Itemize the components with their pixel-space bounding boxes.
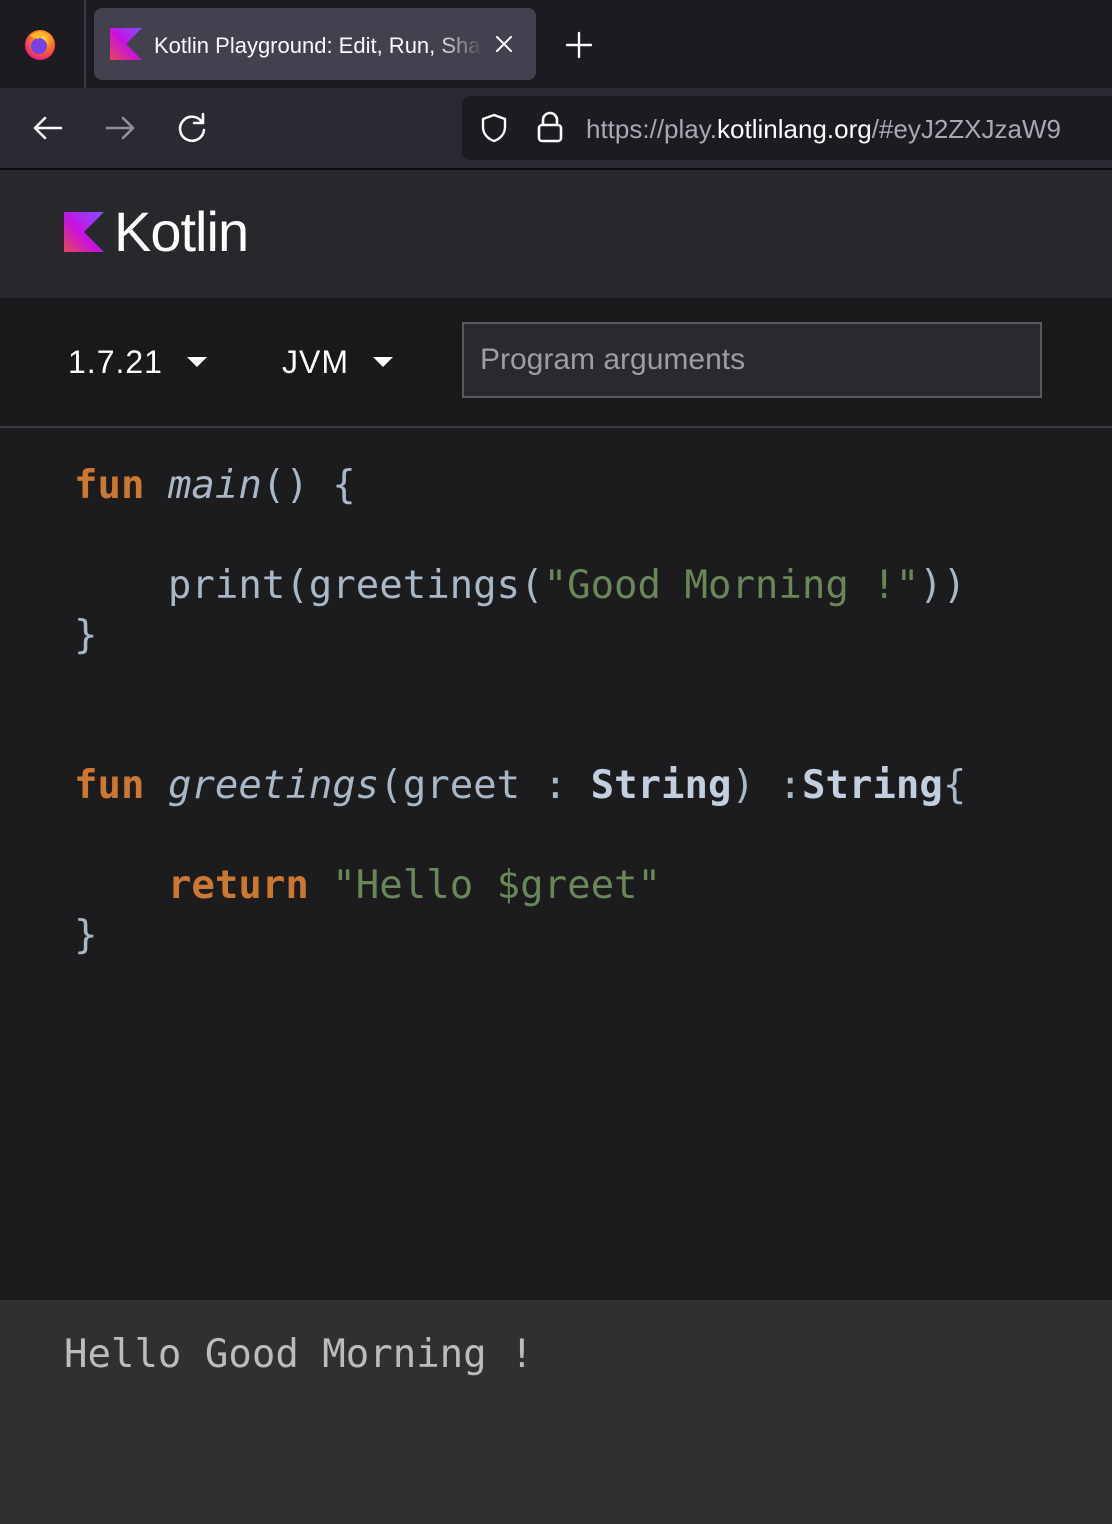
arrow-right-icon[interactable] <box>102 110 138 146</box>
navigation-bar: https://play.kotlinlang.org/#eyJ2ZXJzaW9 <box>0 88 1112 170</box>
plus-icon[interactable] <box>562 28 596 62</box>
url-bar[interactable]: https://play.kotlinlang.org/#eyJ2ZXJzaW9 <box>462 96 1112 160</box>
call-token: print(greetings( <box>167 563 544 608</box>
brace-token: } <box>74 913 98 958</box>
lock-icon[interactable] <box>536 110 564 144</box>
keyword-token: fun <box>74 763 145 808</box>
chevron-down-icon <box>373 357 393 367</box>
punctuation-token: () { <box>261 463 356 508</box>
url-path: /#eyJ2ZXJzaW9 <box>871 114 1061 144</box>
code-line: } <box>74 912 97 960</box>
function-name-token: main <box>167 463 262 508</box>
code-line: fun main() { <box>74 462 356 510</box>
punctuation-token: )) <box>919 563 967 608</box>
code-line: } <box>74 612 97 660</box>
browser-tab-strip: Kotlin Playground: Edit, Run, Share Kotl… <box>0 0 1112 88</box>
target-label: JVM <box>282 343 349 380</box>
keyword-token: fun <box>74 463 145 508</box>
punctuation-token: ) : <box>731 763 802 808</box>
code-line: fun greetings(greet : String) :String{ <box>74 762 966 810</box>
reload-icon[interactable] <box>174 110 210 146</box>
string-token: "Hello $greet" <box>332 863 662 908</box>
active-tab[interactable]: Kotlin Playground: Edit, Run, Share Kotl… <box>94 8 536 80</box>
shield-icon[interactable] <box>478 112 510 144</box>
logo-text[interactable]: Kotlin <box>114 200 249 264</box>
close-icon[interactable] <box>492 32 516 56</box>
code-editor[interactable]: fun main() { print(greetings("Good Morni… <box>0 428 1112 1300</box>
output-panel: Hello Good Morning ! <box>0 1300 1112 1524</box>
version-label: 1.7.21 <box>68 343 163 380</box>
chevron-down-icon <box>186 357 207 367</box>
version-dropdown[interactable]: 1.7.21 <box>68 338 207 386</box>
url-domain: kotlinlang.org <box>717 114 872 144</box>
kotlin-favicon-icon <box>110 28 142 60</box>
firefox-logo-icon[interactable] <box>22 26 58 62</box>
kotlin-logo-icon[interactable] <box>64 212 104 252</box>
url-scheme: https://play. <box>586 114 718 144</box>
code-line: print(greetings("Good Morning !")) <box>74 562 966 610</box>
keyword-token: return <box>167 863 309 908</box>
site-header: Kotlin <box>0 170 1112 298</box>
parameter-token: (greet : <box>379 763 591 808</box>
arrow-left-icon[interactable] <box>30 110 66 146</box>
playground-toolbar: 1.7.21 JVM <box>0 298 1112 428</box>
function-name-token: greetings <box>167 763 380 808</box>
program-arguments-input[interactable] <box>462 322 1042 398</box>
output-text: Hello Good Morning ! <box>64 1332 534 1377</box>
code-line: return "Hello $greet" <box>74 862 661 910</box>
brace-token: } <box>74 613 98 658</box>
url-text[interactable]: https://play.kotlinlang.org/#eyJ2ZXJzaW9 <box>586 96 1061 160</box>
type-token: String <box>590 763 732 808</box>
tab-strip-divider <box>84 0 86 88</box>
string-token: "Good Morning !" <box>543 563 920 608</box>
type-token: String <box>801 763 943 808</box>
tab-title: Kotlin Playground: Edit, Run, Share Kotl… <box>154 33 484 58</box>
brace-token: { <box>942 763 967 808</box>
target-platform-dropdown[interactable]: JVM <box>282 338 393 386</box>
